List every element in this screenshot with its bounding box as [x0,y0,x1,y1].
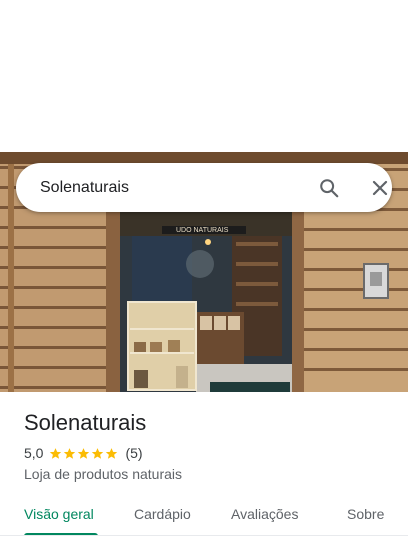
close-icon[interactable] [370,178,390,198]
place-category: Loja de produtos naturais [24,466,182,482]
map-blank-area [0,0,408,152]
search-icon[interactable] [318,177,340,199]
star-icon [92,447,104,459]
rating-row[interactable]: 5,0 (5) [24,445,143,461]
star-icon [106,447,118,459]
star-icon [78,447,90,459]
store-sign-text: UDO NATURAIS [176,227,229,234]
place-title: Solenaturais [24,410,147,435]
star-icon [64,447,76,459]
review-count[interactable]: (5) [125,445,142,461]
display-shelf [127,301,197,391]
place-info-panel: Solenaturais 5,0 (5) Loja de produtos na… [0,392,408,544]
star-rating [49,447,119,460]
tab-about[interactable]: Sobre [347,506,384,522]
tabs-divider [0,535,408,536]
place-tabs: Visão geral Cardápio Avaliações Sobre [0,496,408,536]
search-bar[interactable]: Solenaturais [16,163,392,212]
rating-value: 5,0 [24,445,44,461]
star-icon [50,447,62,459]
tab-reviews[interactable]: Avaliações [231,506,298,522]
tab-menu[interactable]: Cardápio [134,506,191,522]
tab-overview[interactable]: Visão geral [24,506,94,522]
